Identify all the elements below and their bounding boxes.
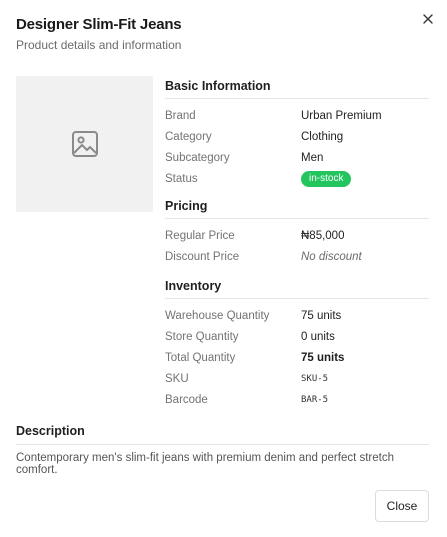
basic-info-heading: Basic Information	[165, 76, 429, 99]
regular-price-label: Regular Price	[165, 230, 235, 242]
close-icon[interactable]	[419, 10, 437, 28]
warehouse-quantity-label: Warehouse Quantity	[165, 310, 270, 322]
barcode-value: BAR-5	[301, 395, 329, 405]
regular-price-value: ₦85,000	[301, 230, 345, 242]
total-quantity-row: Total Quantity 75 units	[165, 348, 429, 369]
warehouse-quantity-row: Warehouse Quantity 75 units	[165, 306, 429, 327]
barcode-label: Barcode	[165, 394, 208, 406]
status-row: Status in-stock	[165, 169, 429, 190]
category-label: Category	[165, 131, 212, 143]
brand-row: Brand Urban Premium	[165, 106, 429, 127]
dialog-subtitle: Product details and information	[16, 38, 182, 52]
brand-label: Brand	[165, 110, 196, 122]
warehouse-quantity-value: 75 units	[301, 310, 342, 322]
brand-value: Urban Premium	[301, 110, 382, 122]
status-badge: in-stock	[301, 170, 352, 187]
image-placeholder-icon	[71, 131, 98, 157]
subcategory-row: Subcategory Men	[165, 148, 429, 169]
subcategory-label: Subcategory	[165, 152, 230, 164]
close-icon-glyph	[423, 14, 433, 24]
sku-value: SKU-5	[301, 374, 329, 384]
category-row: Category Clothing	[165, 127, 429, 148]
barcode-row: Barcode BAR-5	[165, 390, 429, 411]
store-quantity-row: Store Quantity 0 units	[165, 327, 429, 348]
discount-price-label: Discount Price	[165, 251, 240, 263]
store-quantity-value: 0 units	[301, 331, 335, 343]
product-details-dialog: Designer Slim-Fit Jeans Product details …	[0, 0, 447, 537]
sku-row: SKU SKU-5	[165, 369, 429, 390]
subcategory-value: Men	[301, 152, 324, 164]
description-heading: Description	[16, 422, 429, 445]
discount-price-value: No discount	[301, 251, 362, 263]
sku-label: SKU	[165, 373, 189, 385]
description-text: Contemporary men's slim-fit jeans with p…	[16, 452, 395, 476]
dialog-title: Designer Slim-Fit Jeans	[16, 16, 182, 33]
status-label: Status	[165, 173, 198, 185]
close-button[interactable]: Close	[375, 490, 429, 522]
regular-price-row: Regular Price ₦85,000	[165, 226, 429, 247]
discount-price-row: Discount Price No discount	[165, 247, 429, 268]
total-quantity-value: 75 units	[301, 352, 345, 364]
inventory-heading: Inventory	[165, 276, 429, 299]
pricing-heading: Pricing	[165, 196, 429, 219]
category-value: Clothing	[301, 131, 344, 143]
total-quantity-label: Total Quantity	[165, 352, 236, 364]
store-quantity-label: Store Quantity	[165, 331, 239, 343]
product-details: Basic Information Brand Urban Premium Ca…	[165, 76, 429, 411]
product-image-placeholder	[16, 76, 153, 212]
